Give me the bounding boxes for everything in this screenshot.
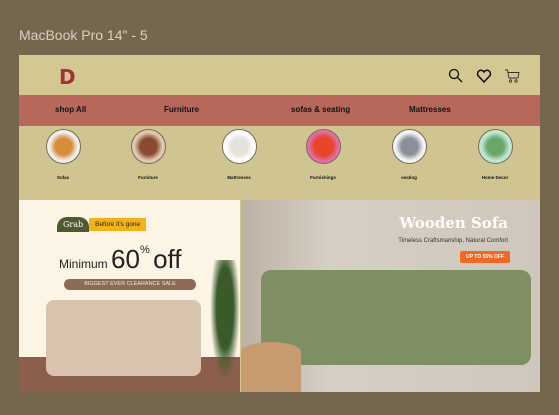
nav-bar: shop All Furniture sofas & seating Mattr… [19, 95, 540, 126]
discount-headline: Minimum 60% off [59, 244, 182, 274]
category-furniture[interactable]: Furniture [118, 129, 178, 180]
category-image [221, 129, 257, 164]
category-image [391, 129, 427, 164]
cart-icon[interactable] [504, 68, 522, 84]
category-seating[interactable]: seating [379, 129, 439, 180]
category-image [477, 129, 513, 164]
green-sofa-image [261, 270, 531, 365]
beige-sofa-image [46, 300, 201, 376]
category-furnishings[interactable]: Furnishings [293, 129, 353, 180]
search-icon[interactable] [448, 68, 466, 84]
category-image [130, 129, 166, 164]
header: D [19, 55, 540, 95]
banner-subtitle: Timeless Craftsmanship, Natural Comfort [398, 238, 508, 244]
frame-title: MacBook Pro 14" - 5 [19, 27, 148, 43]
category-mattresses[interactable]: Mattresses [209, 129, 269, 180]
category-image [305, 129, 341, 164]
nav-mattresses[interactable]: Mattresses [409, 105, 451, 114]
category-sofas[interactable]: Sofas [33, 129, 93, 180]
webpage-frame: D shop All Furniture sofas & seating Mat… [19, 55, 540, 392]
category-row: Sofas Furniture Mattresses Furnishings s… [19, 126, 540, 201]
logo[interactable]: D [59, 65, 76, 89]
side-table-image [241, 342, 301, 392]
clearance-sale-banner[interactable]: Grab Before it's gone Minimum 60% off BIG… [19, 200, 240, 392]
nav-furniture[interactable]: Furniture [164, 105, 199, 114]
heart-icon[interactable] [476, 68, 494, 84]
plant-image [210, 260, 240, 380]
wooden-sofa-banner[interactable]: Wooden Sofa Timeless Craftsmanship, Natu… [241, 200, 540, 392]
nav-sofas-seating[interactable]: sofas & seating [291, 105, 350, 114]
banner-title: Wooden Sofa [399, 214, 508, 232]
discount-badge[interactable]: UP TO 55% OFF [460, 251, 510, 263]
grab-label: Grab [57, 217, 90, 232]
clearance-badge: BIGGEST EVER CLEARANCE SALE [64, 279, 196, 290]
nav-shop-all[interactable]: shop All [55, 105, 86, 114]
category-image [45, 129, 81, 164]
before-gone-label: Before it's gone [89, 218, 147, 231]
category-home-decor[interactable]: Home Decor [465, 129, 525, 180]
